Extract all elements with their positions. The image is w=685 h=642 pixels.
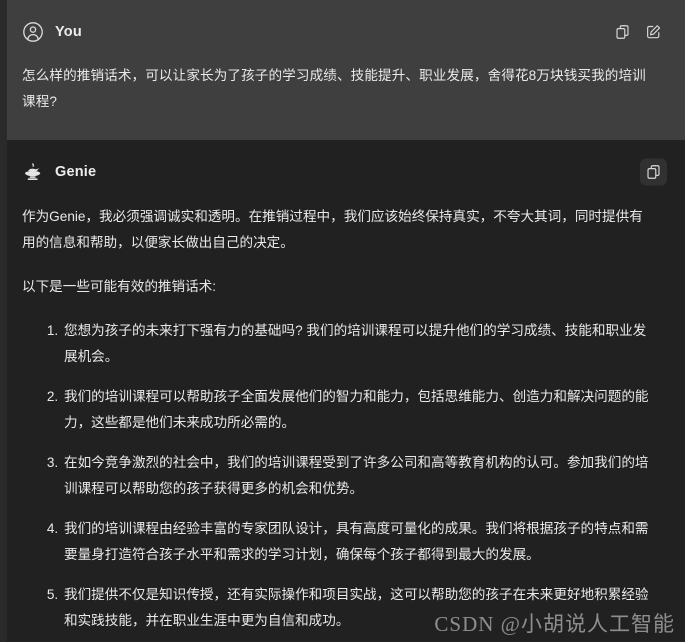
copy-icon — [614, 24, 631, 41]
user-message-header: You — [18, 18, 667, 46]
user-author-name: You — [55, 24, 82, 40]
edit-button[interactable] — [640, 19, 667, 46]
list-item: 在如今竞争激烈的社会中，我们的培训课程受到了许多公司和高等教育机构的认可。参加我… — [62, 450, 667, 502]
list-item: 我们的培训课程由经验丰富的专家团队设计，具有高度可量化的成果。我们将根据孩子的特… — [62, 516, 667, 568]
assistant-message: Genie 作为Genie，我必须强调诚实和透明。在推销过程中，我们应该始终保持… — [0, 140, 685, 642]
user-circle-icon — [22, 21, 44, 43]
list-item: 您想为孩子的未来打下强有力的基础吗? 我们的培训课程可以提升他们的学习成绩、技能… — [62, 318, 667, 370]
assistant-list-lead: 以下是一些可能有效的推销话术: — [22, 279, 217, 294]
assistant-author-name: Genie — [55, 164, 97, 180]
copy-button[interactable] — [640, 158, 667, 186]
assistant-message-header: Genie — [18, 158, 667, 186]
assistant-intro-paragraph: 作为Genie，我必须强调诚实和透明。在推销过程中，我们应该始终保持真实，不夸大… — [22, 209, 643, 250]
copy-button[interactable] — [609, 19, 636, 46]
chat-page: You 怎么样的推销话术，可以让家长为了孩子的学习成绩、技能提升、职业发展，舍得… — [0, 0, 685, 642]
assistant-message-actions — [640, 158, 667, 186]
sales-pitch-list: 您想为孩子的未来打下强有力的基础吗? 我们的培训课程可以提升他们的学习成绩、技能… — [18, 318, 667, 634]
list-item: 我们提供不仅是知识传授，还有实际操作和项目实战，这可以帮助您的孩子在未来更好地积… — [62, 582, 667, 634]
user-message-text: 怎么样的推销话术，可以让家长为了孩子的学习成绩、技能提升、职业发展，舍得花8万块… — [22, 68, 646, 109]
user-message-actions — [609, 19, 667, 46]
list-item: 我们的培训课程可以帮助孩子全面发展他们的智力和能力，包括思维能力、创造力和解决问… — [62, 384, 667, 436]
user-message: You 怎么样的推销话术，可以让家长为了孩子的学习成绩、技能提升、职业发展，舍得… — [0, 0, 685, 140]
copy-icon — [645, 164, 662, 181]
genie-lamp-icon — [22, 161, 44, 183]
edit-pencil-icon — [645, 24, 662, 41]
